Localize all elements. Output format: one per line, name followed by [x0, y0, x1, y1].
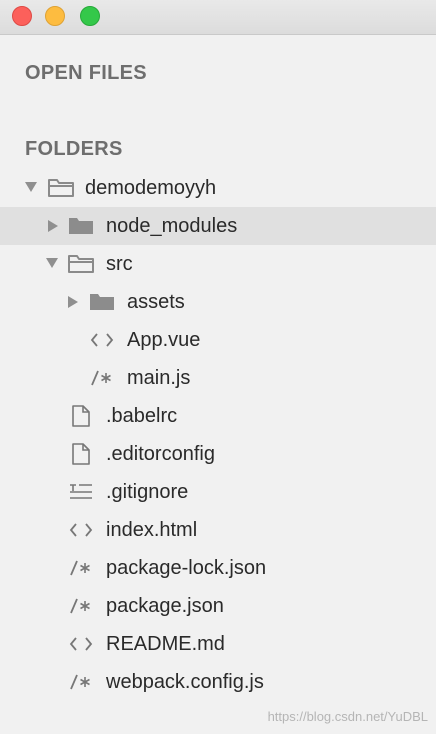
- tree-item-node-modules[interactable]: node_modules: [0, 207, 436, 245]
- text-lines-icon: [70, 484, 92, 499]
- tree-item-gitignore[interactable]: .gitignore: [0, 473, 436, 511]
- tree-item-babelrc[interactable]: .babelrc: [0, 397, 436, 435]
- title-bar: [0, 0, 436, 35]
- tree-item-readme-md[interactable]: README.md: [0, 625, 436, 663]
- tree-item-app-vue[interactable]: App.vue: [0, 321, 436, 359]
- tree-item-label: index.html: [106, 519, 198, 541]
- disclosure-expanded-icon[interactable]: [25, 182, 37, 192]
- folder-open-icon: [68, 255, 94, 273]
- tree-item-main-js[interactable]: main.js: [0, 359, 436, 397]
- disclosure-collapsed-icon[interactable]: [48, 220, 58, 232]
- tree-item-label: demodemoyyh: [85, 177, 217, 199]
- tree-item-webpack-config-js[interactable]: webpack.config.js: [0, 663, 436, 701]
- document-icon: [72, 443, 90, 465]
- document-icon: [72, 405, 90, 427]
- tree-item-label: assets: [127, 291, 185, 313]
- comment-file-icon: [70, 560, 90, 576]
- folder-icon: [69, 218, 93, 234]
- tree-item-label: package-lock.json: [106, 557, 267, 579]
- disclosure-expanded-icon[interactable]: [46, 258, 58, 268]
- comment-file-icon: [70, 674, 90, 690]
- comment-file-icon: [70, 598, 90, 614]
- tree-item-label: .editorconfig: [106, 443, 215, 465]
- sidebar: OPEN FILES FOLDERS demodemoyyh node_modu…: [0, 35, 436, 734]
- folder-open-icon: [48, 179, 74, 197]
- zoom-window-button[interactable]: [80, 6, 100, 26]
- comment-file-icon: [91, 370, 111, 386]
- close-window-button[interactable]: [12, 6, 32, 26]
- tree-item-demodemoyyh[interactable]: demodemoyyh: [0, 169, 436, 207]
- folder-icon: [90, 294, 114, 310]
- minimize-window-button[interactable]: [45, 6, 65, 26]
- tree-item-package-lock-json[interactable]: package-lock.json: [0, 549, 436, 587]
- open-files-heading: OPEN FILES: [25, 62, 147, 84]
- code-file-icon: [90, 333, 114, 347]
- folders-heading: FOLDERS: [25, 138, 123, 160]
- tree-item-label: package.json: [106, 595, 224, 617]
- disclosure-collapsed-icon[interactable]: [68, 296, 78, 308]
- tree-item-package-json[interactable]: package.json: [0, 587, 436, 625]
- tree-item-editorconfig[interactable]: .editorconfig: [0, 435, 436, 473]
- tree-item-label: App.vue: [127, 329, 201, 351]
- code-file-icon: [69, 523, 93, 537]
- tree-item-label: main.js: [127, 367, 191, 389]
- code-file-icon: [69, 637, 93, 651]
- tree-item-label: .gitignore: [106, 481, 189, 503]
- tree-item-label: .babelrc: [106, 405, 178, 427]
- tree-item-label: webpack.config.js: [106, 671, 264, 693]
- tree-item-label: node_modules: [106, 215, 238, 237]
- tree-item-src[interactable]: src: [0, 245, 436, 283]
- tree-item-assets[interactable]: assets: [0, 283, 436, 321]
- tree-item-label: src: [106, 253, 133, 275]
- tree-item-label: README.md: [106, 633, 225, 655]
- tree-item-index-html[interactable]: index.html: [0, 511, 436, 549]
- watermark: https://blog.csdn.net/YuDBL: [267, 709, 428, 724]
